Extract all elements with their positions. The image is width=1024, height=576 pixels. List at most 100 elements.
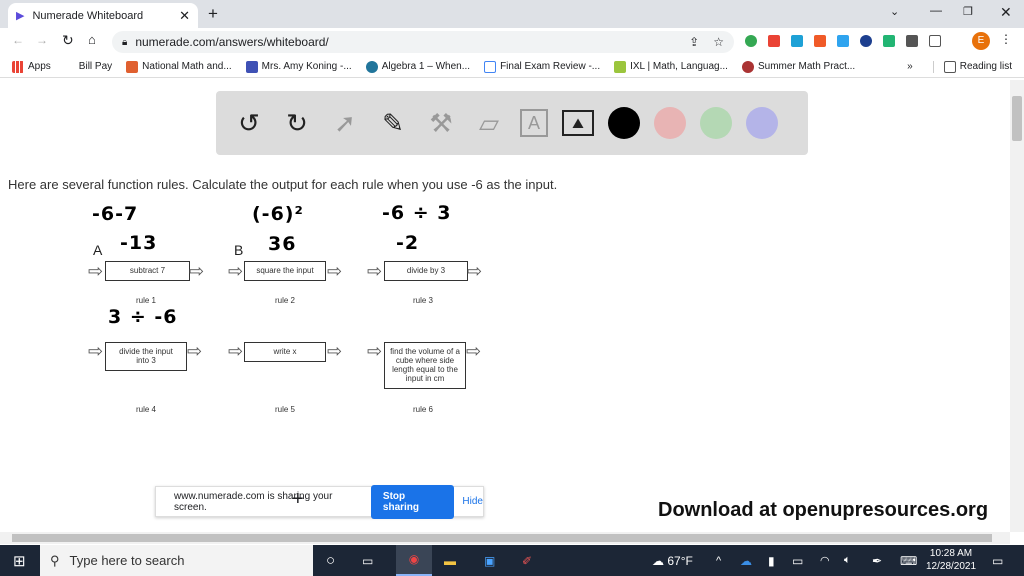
rule-box: subtract 7 (105, 261, 190, 281)
eraser-icon[interactable]: ▱ (472, 106, 506, 140)
input-arrow-icon: ⇨ (367, 261, 383, 281)
output-arrow-icon: ⇨ (466, 341, 482, 361)
extension-icon[interactable] (768, 35, 780, 47)
image-icon[interactable]: ⛰ (562, 110, 594, 136)
volume-icon[interactable]: 🔈︎ (844, 554, 851, 567)
share-icon[interactable]: ⇪ (689, 35, 699, 49)
share-message: www.numerade.com is sharing your screen. (174, 490, 333, 513)
stop-sharing-button[interactable]: Stop sharing (370, 484, 455, 519)
handwriting: 3 ÷ -6 (108, 306, 178, 328)
address-bar[interactable]: 🔒︎ numerade.com/answers/whiteboard/ ⇪ ☆ (112, 31, 734, 53)
extension-icon[interactable] (745, 35, 757, 47)
output-arrow-icon: ⇨ (327, 261, 343, 281)
home-button[interactable]: ⌂ (88, 32, 96, 47)
bookmark-item[interactable]: Summer Math Pract... (741, 60, 855, 73)
handwriting: 36 (268, 233, 297, 255)
profile-avatar[interactable]: E (972, 32, 990, 50)
url-text: numerade.com/answers/whiteboard/ (135, 35, 329, 49)
forward-button[interactable]: → (36, 33, 48, 47)
minimize-button[interactable]: — (930, 3, 942, 17)
tray-chevron-icon[interactable]: ^ (716, 555, 721, 567)
credit-text: Download at openupresources.org (658, 499, 989, 521)
output-arrow-icon: ⇨ (327, 341, 343, 361)
color-green[interactable] (700, 107, 732, 139)
input-arrow-icon: ⇨ (228, 341, 244, 361)
scroll-thumb[interactable] (12, 534, 992, 542)
pen-icon[interactable]: ✎ (376, 106, 410, 140)
undo-icon[interactable]: ↺ (232, 106, 266, 140)
wordpress-icon (365, 60, 378, 73)
more-bookmarks[interactable]: » (907, 61, 913, 72)
reload-button[interactable]: ↻ (62, 32, 74, 49)
bookmark-item[interactable]: IXL | Math, Languag... (614, 60, 728, 73)
bookmark-item[interactable]: National Math and... (126, 60, 232, 73)
wifi-icon[interactable]: ◠ (820, 554, 830, 567)
tools-icon[interactable]: ⚒ (424, 106, 458, 140)
horizontal-scrollbar[interactable] (0, 532, 1010, 544)
store-icon[interactable]: ▣ (484, 554, 495, 568)
extension-icon[interactable] (837, 35, 849, 47)
cast-icon[interactable] (929, 35, 941, 47)
tab-numerade[interactable]: ▶ Numerade Whiteboard ✕ (8, 3, 198, 28)
close-tab-icon[interactable]: ✕ (179, 8, 190, 24)
extension-icon[interactable] (860, 35, 872, 47)
cursor-crosshair-icon: + (292, 488, 304, 510)
output-arrow-icon: ⇨ (189, 261, 205, 281)
close-window-button[interactable]: ✕ (1000, 4, 1012, 21)
output-arrow-icon: ⇨ (187, 341, 203, 361)
clock[interactable]: 10:28 AM 12/28/2021 (926, 547, 976, 573)
bookmark-item[interactable]: Final Exam Review -... (484, 60, 600, 73)
scroll-thumb[interactable] (1012, 96, 1022, 141)
chrome-taskbar-icon[interactable]: ◉ (396, 545, 432, 576)
extension-icon[interactable] (791, 35, 803, 47)
puzzle-icon[interactable] (906, 35, 918, 47)
screen-share-bar: www.numerade.com is sharing your screen.… (155, 484, 484, 519)
onedrive-icon[interactable]: ☁ (740, 554, 752, 568)
numerade-logo-icon: ▶ (16, 10, 25, 22)
bookmark-item[interactable]: Bill Pay (79, 61, 112, 72)
text-icon[interactable]: A (520, 109, 548, 137)
taskbar-search[interactable]: ⚲ Type here to search (40, 545, 313, 576)
doc-icon (484, 60, 497, 73)
handwriting: -2 (396, 232, 420, 254)
bookmark-item[interactable]: Mrs. Amy Koning -... (245, 60, 352, 73)
rule-label: rule 6 (412, 405, 433, 414)
extension-icon[interactable] (883, 35, 895, 47)
app-icon[interactable]: ✐ (522, 554, 532, 568)
color-black[interactable] (608, 107, 640, 139)
bookmark-favicon (741, 60, 754, 73)
file-explorer-icon[interactable]: ▬ (444, 554, 456, 568)
new-tab-button[interactable]: + (208, 4, 218, 24)
input-arrow-icon: ⇨ (228, 261, 244, 281)
weather[interactable]: ☁ 67°F (652, 554, 693, 568)
hide-button[interactable]: Hide (462, 496, 483, 507)
bookmark-star-icon[interactable]: ☆ (713, 35, 724, 49)
menu-icon[interactable]: ⋮ (1000, 32, 1012, 46)
restore-button[interactable]: ❐ (963, 5, 973, 18)
bookmark-apps[interactable]: Apps (12, 60, 51, 73)
bookmark-favicon (126, 60, 139, 73)
bookmark-item[interactable]: Algebra 1 – When... (365, 60, 470, 73)
battery-icon[interactable]: ▭ (792, 554, 803, 568)
cortana-icon[interactable]: ○ (326, 552, 335, 569)
pointer-icon[interactable]: ➚ (328, 106, 362, 140)
back-button[interactable]: ← (12, 33, 24, 47)
whiteboard-toolbar: ↺ ↻ ➚ ✎ ⚒ ▱ A ⛰ (216, 91, 808, 155)
windows-start-icon[interactable]: ⊞ (13, 552, 26, 570)
notifications-icon[interactable]: ▭ (992, 554, 1003, 568)
reading-list[interactable]: Reading list (932, 60, 1012, 73)
usb-icon[interactable]: ▮ (768, 554, 775, 568)
color-purple[interactable] (746, 107, 778, 139)
vertical-scrollbar[interactable] (1010, 80, 1024, 532)
reading-list-icon (943, 60, 956, 73)
rule-box: write x (244, 342, 326, 362)
task-view-icon[interactable]: ▭ (362, 554, 373, 568)
redo-icon[interactable]: ↻ (280, 106, 314, 140)
color-pink[interactable] (654, 107, 686, 139)
pen-tray-icon[interactable]: ✒ (872, 554, 882, 568)
keyboard-icon[interactable]: ⌨ (900, 554, 917, 568)
tab-search-icon[interactable]: ⌄ (890, 5, 899, 18)
extension-icon[interactable] (814, 35, 826, 47)
tab-strip: ▶ Numerade Whiteboard ✕ + ⌄ — ❐ ✕ (0, 0, 1024, 28)
input-arrow-icon: ⇨ (88, 261, 104, 281)
